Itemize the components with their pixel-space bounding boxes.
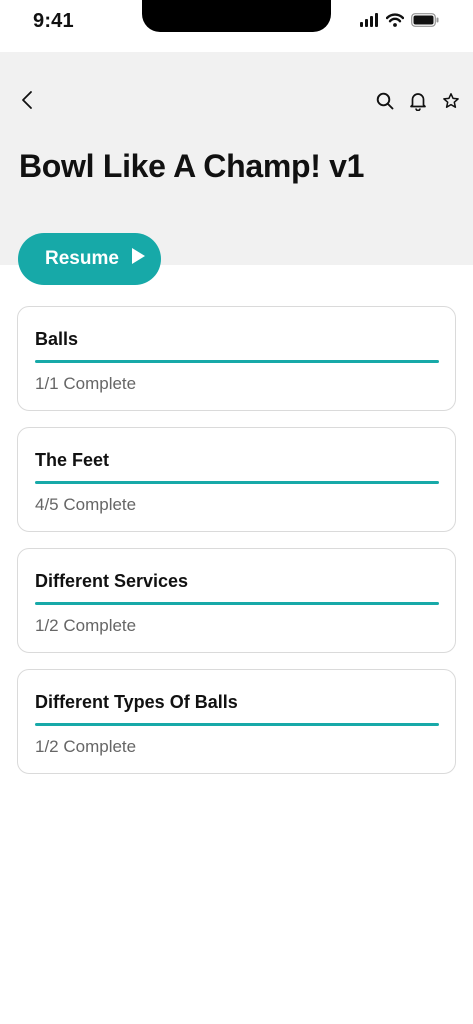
module-title: The Feet <box>35 450 110 470</box>
back-button[interactable] <box>14 89 40 115</box>
status-time: 9:41 <box>33 10 74 32</box>
search-button[interactable] <box>368 91 401 115</box>
module-status: 1/2 Complete <box>35 737 137 756</box>
cellular-signal-icon <box>360 13 379 32</box>
module-card-balls[interactable]: Balls 1/1 Complete <box>17 306 456 411</box>
resume-label: Resume <box>45 248 119 269</box>
module-progress-fill <box>35 360 439 363</box>
header-actions <box>368 91 467 115</box>
star-icon <box>442 92 460 115</box>
module-status: 1/2 Complete <box>35 616 137 635</box>
status-bar: 9:41 <box>0 0 473 52</box>
module-title: Different Types Of Balls <box>35 692 238 712</box>
module-title: Different Services <box>35 571 189 591</box>
module-status: 1/1 Complete <box>35 374 137 393</box>
search-icon <box>376 92 394 115</box>
module-progress-bar <box>35 723 439 726</box>
module-progress-fill <box>35 723 439 726</box>
module-progress-fill <box>35 602 439 605</box>
play-icon <box>131 247 146 271</box>
module-status: 4/5 Complete <box>35 495 137 514</box>
module-card-different-types-of-balls[interactable]: Different Types Of Balls 1/2 Complete <box>17 669 456 774</box>
wifi-icon <box>385 13 405 32</box>
status-icons <box>360 13 439 32</box>
notch <box>142 0 331 32</box>
favorite-button[interactable] <box>434 91 467 115</box>
back-chevron-icon <box>21 90 33 115</box>
resume-button[interactable]: Resume <box>18 233 161 285</box>
notifications-button[interactable] <box>401 91 434 115</box>
module-progress-bar <box>35 360 439 363</box>
module-progress-fill <box>35 481 439 484</box>
module-title: Balls <box>35 329 79 349</box>
module-card-different-services[interactable]: Different Services 1/2 Complete <box>17 548 456 653</box>
module-progress-bar <box>35 602 439 605</box>
bell-icon <box>409 91 427 116</box>
page-title: Bowl Like A Champ! v1 <box>19 148 365 184</box>
battery-icon <box>411 13 439 32</box>
module-progress-bar <box>35 481 439 484</box>
module-card-the-feet[interactable]: The Feet 4/5 Complete <box>17 427 456 532</box>
